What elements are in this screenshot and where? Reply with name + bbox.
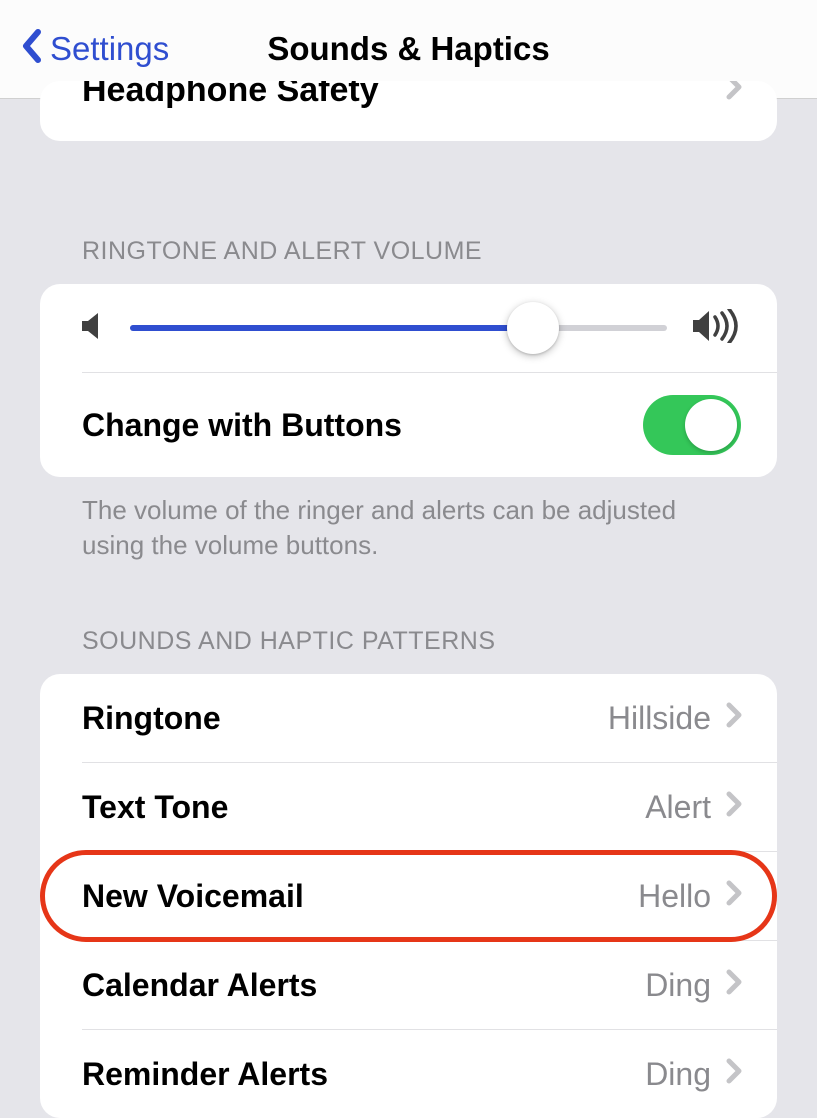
chevron-right-icon bbox=[725, 790, 743, 825]
chevron-right-icon bbox=[725, 701, 743, 736]
volume-footer-text: The volume of the ringer and alerts can … bbox=[40, 477, 777, 563]
pattern-label: Reminder Alerts bbox=[82, 1056, 328, 1093]
headphone-safety-label: Headphone Safety bbox=[82, 81, 379, 107]
chevron-right-icon bbox=[725, 968, 743, 1003]
patterns-group: Ringtone Hillside Text Tone Alert New Voicem… bbox=[40, 674, 777, 1118]
chevron-right-icon bbox=[725, 879, 743, 914]
headphone-safety-row[interactable]: Headphone Safety bbox=[40, 81, 777, 141]
chevron-left-icon bbox=[20, 28, 42, 71]
slider-thumb[interactable] bbox=[507, 302, 559, 354]
pattern-row-calendar-alerts[interactable]: Calendar Alerts Ding bbox=[40, 941, 777, 1029]
back-button[interactable]: Settings bbox=[20, 28, 169, 71]
headphone-group: Headphone Safety bbox=[40, 81, 777, 141]
volume-min-icon bbox=[82, 312, 104, 345]
pattern-value: Ding bbox=[645, 1056, 711, 1093]
change-with-buttons-label: Change with Buttons bbox=[82, 407, 402, 444]
pattern-row-new-voicemail[interactable]: New Voicemail Hello bbox=[40, 852, 777, 940]
pattern-label: Text Tone bbox=[82, 789, 228, 826]
back-label: Settings bbox=[50, 30, 169, 68]
chevron-right-icon bbox=[725, 1057, 743, 1092]
pattern-row-text-tone[interactable]: Text Tone Alert bbox=[40, 763, 777, 851]
switch-knob bbox=[685, 399, 737, 451]
volume-slider-row bbox=[40, 284, 777, 372]
pattern-value: Ding bbox=[645, 967, 711, 1004]
change-with-buttons-switch[interactable] bbox=[643, 395, 741, 455]
volume-group: Change with Buttons bbox=[40, 284, 777, 477]
page-title: Sounds & Haptics bbox=[267, 30, 549, 68]
pattern-label: Ringtone bbox=[82, 700, 221, 737]
chevron-right-icon bbox=[725, 81, 743, 108]
pattern-value: Hillside bbox=[608, 700, 711, 737]
pattern-label: New Voicemail bbox=[82, 878, 304, 915]
pattern-value: Hello bbox=[638, 878, 711, 915]
pattern-row-ringtone[interactable]: Ringtone Hillside bbox=[40, 674, 777, 762]
pattern-label: Calendar Alerts bbox=[82, 967, 317, 1004]
pattern-value: Alert bbox=[645, 789, 711, 826]
patterns-section-header: SOUNDS AND HAPTIC PATTERNS bbox=[40, 627, 817, 674]
volume-section-header: RINGTONE AND ALERT VOLUME bbox=[40, 237, 817, 284]
pattern-row-reminder-alerts[interactable]: Reminder Alerts Ding bbox=[40, 1030, 777, 1118]
volume-max-icon bbox=[693, 309, 741, 348]
change-with-buttons-row: Change with Buttons bbox=[40, 373, 777, 477]
volume-slider[interactable] bbox=[130, 308, 667, 348]
